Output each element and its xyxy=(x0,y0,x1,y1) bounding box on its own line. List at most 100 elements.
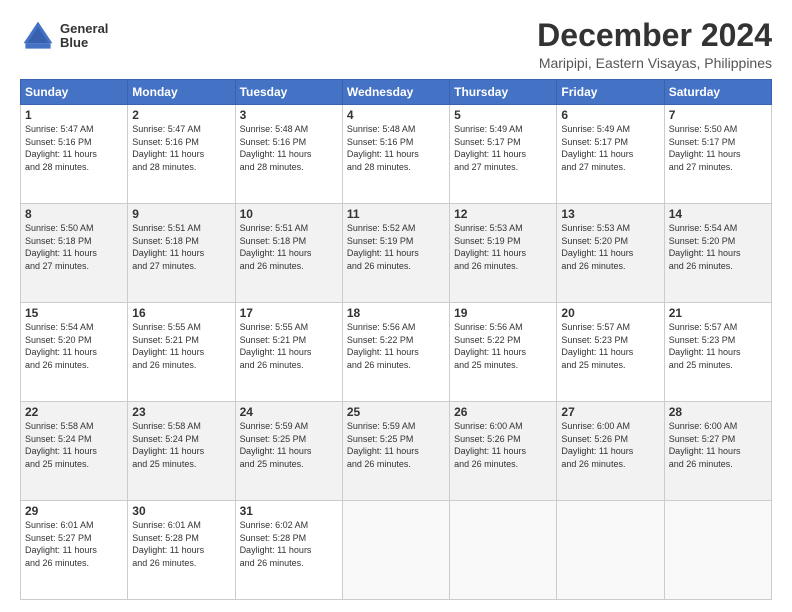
calendar-cell: 14Sunrise: 5:54 AMSunset: 5:20 PMDayligh… xyxy=(664,204,771,303)
day-number: 17 xyxy=(240,306,338,320)
calendar-cell xyxy=(342,501,449,600)
calendar-cell: 16Sunrise: 5:55 AMSunset: 5:21 PMDayligh… xyxy=(128,303,235,402)
col-thursday: Thursday xyxy=(450,80,557,105)
col-tuesday: Tuesday xyxy=(235,80,342,105)
calendar-cell: 26Sunrise: 6:00 AMSunset: 5:26 PMDayligh… xyxy=(450,402,557,501)
day-info: Sunrise: 5:53 AMSunset: 5:20 PMDaylight:… xyxy=(561,222,659,272)
day-number: 20 xyxy=(561,306,659,320)
calendar-cell: 25Sunrise: 5:59 AMSunset: 5:25 PMDayligh… xyxy=(342,402,449,501)
day-info: Sunrise: 5:48 AMSunset: 5:16 PMDaylight:… xyxy=(240,123,338,173)
calendar-cell: 15Sunrise: 5:54 AMSunset: 5:20 PMDayligh… xyxy=(21,303,128,402)
day-info: Sunrise: 5:50 AMSunset: 5:18 PMDaylight:… xyxy=(25,222,123,272)
day-number: 27 xyxy=(561,405,659,419)
day-number: 25 xyxy=(347,405,445,419)
day-number: 29 xyxy=(25,504,123,518)
day-number: 24 xyxy=(240,405,338,419)
day-number: 3 xyxy=(240,108,338,122)
day-info: Sunrise: 5:57 AMSunset: 5:23 PMDaylight:… xyxy=(561,321,659,371)
day-number: 14 xyxy=(669,207,767,221)
calendar-cell: 30Sunrise: 6:01 AMSunset: 5:28 PMDayligh… xyxy=(128,501,235,600)
day-info: Sunrise: 5:54 AMSunset: 5:20 PMDaylight:… xyxy=(669,222,767,272)
day-info: Sunrise: 5:55 AMSunset: 5:21 PMDaylight:… xyxy=(240,321,338,371)
header-row: Sunday Monday Tuesday Wednesday Thursday… xyxy=(21,80,772,105)
calendar-cell: 13Sunrise: 5:53 AMSunset: 5:20 PMDayligh… xyxy=(557,204,664,303)
day-info: Sunrise: 5:56 AMSunset: 5:22 PMDaylight:… xyxy=(454,321,552,371)
calendar-cell: 17Sunrise: 5:55 AMSunset: 5:21 PMDayligh… xyxy=(235,303,342,402)
day-info: Sunrise: 5:50 AMSunset: 5:17 PMDaylight:… xyxy=(669,123,767,173)
calendar-cell: 27Sunrise: 6:00 AMSunset: 5:26 PMDayligh… xyxy=(557,402,664,501)
calendar-cell: 29Sunrise: 6:01 AMSunset: 5:27 PMDayligh… xyxy=(21,501,128,600)
day-number: 26 xyxy=(454,405,552,419)
day-info: Sunrise: 6:00 AMSunset: 5:27 PMDaylight:… xyxy=(669,420,767,470)
title-block: December 2024 Maripipi, Eastern Visayas,… xyxy=(537,18,772,71)
day-number: 2 xyxy=(132,108,230,122)
day-info: Sunrise: 6:01 AMSunset: 5:27 PMDaylight:… xyxy=(25,519,123,569)
calendar-cell: 5Sunrise: 5:49 AMSunset: 5:17 PMDaylight… xyxy=(450,105,557,204)
day-number: 28 xyxy=(669,405,767,419)
calendar-cell: 20Sunrise: 5:57 AMSunset: 5:23 PMDayligh… xyxy=(557,303,664,402)
calendar-cell: 8Sunrise: 5:50 AMSunset: 5:18 PMDaylight… xyxy=(21,204,128,303)
day-number: 19 xyxy=(454,306,552,320)
calendar-cell: 7Sunrise: 5:50 AMSunset: 5:17 PMDaylight… xyxy=(664,105,771,204)
day-info: Sunrise: 5:56 AMSunset: 5:22 PMDaylight:… xyxy=(347,321,445,371)
day-info: Sunrise: 5:49 AMSunset: 5:17 PMDaylight:… xyxy=(454,123,552,173)
day-info: Sunrise: 5:53 AMSunset: 5:19 PMDaylight:… xyxy=(454,222,552,272)
day-info: Sunrise: 6:02 AMSunset: 5:28 PMDaylight:… xyxy=(240,519,338,569)
calendar-cell: 3Sunrise: 5:48 AMSunset: 5:16 PMDaylight… xyxy=(235,105,342,204)
calendar-week-1: 1Sunrise: 5:47 AMSunset: 5:16 PMDaylight… xyxy=(21,105,772,204)
calendar-cell: 4Sunrise: 5:48 AMSunset: 5:16 PMDaylight… xyxy=(342,105,449,204)
calendar-cell: 21Sunrise: 5:57 AMSunset: 5:23 PMDayligh… xyxy=(664,303,771,402)
calendar-cell xyxy=(664,501,771,600)
calendar-cell: 11Sunrise: 5:52 AMSunset: 5:19 PMDayligh… xyxy=(342,204,449,303)
calendar-cell: 31Sunrise: 6:02 AMSunset: 5:28 PMDayligh… xyxy=(235,501,342,600)
logo-text: General Blue xyxy=(60,22,108,51)
calendar-cell xyxy=(557,501,664,600)
calendar-cell: 9Sunrise: 5:51 AMSunset: 5:18 PMDaylight… xyxy=(128,204,235,303)
day-info: Sunrise: 5:57 AMSunset: 5:23 PMDaylight:… xyxy=(669,321,767,371)
col-saturday: Saturday xyxy=(664,80,771,105)
calendar-cell: 24Sunrise: 5:59 AMSunset: 5:25 PMDayligh… xyxy=(235,402,342,501)
day-info: Sunrise: 5:54 AMSunset: 5:20 PMDaylight:… xyxy=(25,321,123,371)
day-info: Sunrise: 5:51 AMSunset: 5:18 PMDaylight:… xyxy=(240,222,338,272)
day-number: 30 xyxy=(132,504,230,518)
day-number: 22 xyxy=(25,405,123,419)
calendar-cell: 6Sunrise: 5:49 AMSunset: 5:17 PMDaylight… xyxy=(557,105,664,204)
day-info: Sunrise: 5:47 AMSunset: 5:16 PMDaylight:… xyxy=(132,123,230,173)
day-number: 5 xyxy=(454,108,552,122)
calendar-week-3: 15Sunrise: 5:54 AMSunset: 5:20 PMDayligh… xyxy=(21,303,772,402)
day-number: 12 xyxy=(454,207,552,221)
day-number: 10 xyxy=(240,207,338,221)
calendar-cell: 18Sunrise: 5:56 AMSunset: 5:22 PMDayligh… xyxy=(342,303,449,402)
col-friday: Friday xyxy=(557,80,664,105)
logo-icon xyxy=(20,18,56,54)
day-info: Sunrise: 6:00 AMSunset: 5:26 PMDaylight:… xyxy=(561,420,659,470)
calendar-cell: 10Sunrise: 5:51 AMSunset: 5:18 PMDayligh… xyxy=(235,204,342,303)
calendar-cell: 1Sunrise: 5:47 AMSunset: 5:16 PMDaylight… xyxy=(21,105,128,204)
page: General Blue December 2024 Maripipi, Eas… xyxy=(0,0,792,612)
day-info: Sunrise: 5:58 AMSunset: 5:24 PMDaylight:… xyxy=(132,420,230,470)
day-number: 16 xyxy=(132,306,230,320)
calendar-cell: 19Sunrise: 5:56 AMSunset: 5:22 PMDayligh… xyxy=(450,303,557,402)
day-number: 13 xyxy=(561,207,659,221)
day-info: Sunrise: 5:49 AMSunset: 5:17 PMDaylight:… xyxy=(561,123,659,173)
day-number: 7 xyxy=(669,108,767,122)
day-number: 23 xyxy=(132,405,230,419)
day-number: 31 xyxy=(240,504,338,518)
calendar-week-2: 8Sunrise: 5:50 AMSunset: 5:18 PMDaylight… xyxy=(21,204,772,303)
day-info: Sunrise: 6:01 AMSunset: 5:28 PMDaylight:… xyxy=(132,519,230,569)
col-wednesday: Wednesday xyxy=(342,80,449,105)
location-title: Maripipi, Eastern Visayas, Philippines xyxy=(537,55,772,71)
day-number: 8 xyxy=(25,207,123,221)
day-number: 1 xyxy=(25,108,123,122)
day-number: 21 xyxy=(669,306,767,320)
day-info: Sunrise: 6:00 AMSunset: 5:26 PMDaylight:… xyxy=(454,420,552,470)
day-info: Sunrise: 5:52 AMSunset: 5:19 PMDaylight:… xyxy=(347,222,445,272)
calendar-week-4: 22 Sunrise: 5:58 AMSunset: 5:24 PMDayligh… xyxy=(21,402,772,501)
day-number: 9 xyxy=(132,207,230,221)
day-info: Sunrise: 5:55 AMSunset: 5:21 PMDaylight:… xyxy=(132,321,230,371)
calendar-cell: 12Sunrise: 5:53 AMSunset: 5:19 PMDayligh… xyxy=(450,204,557,303)
day-info: Sunrise: 5:59 AMSunset: 5:25 PMDaylight:… xyxy=(347,420,445,470)
day-info: Sunrise: 5:47 AMSunset: 5:16 PMDaylight:… xyxy=(25,123,123,173)
day-number: 15 xyxy=(25,306,123,320)
calendar-table: Sunday Monday Tuesday Wednesday Thursday… xyxy=(20,79,772,600)
